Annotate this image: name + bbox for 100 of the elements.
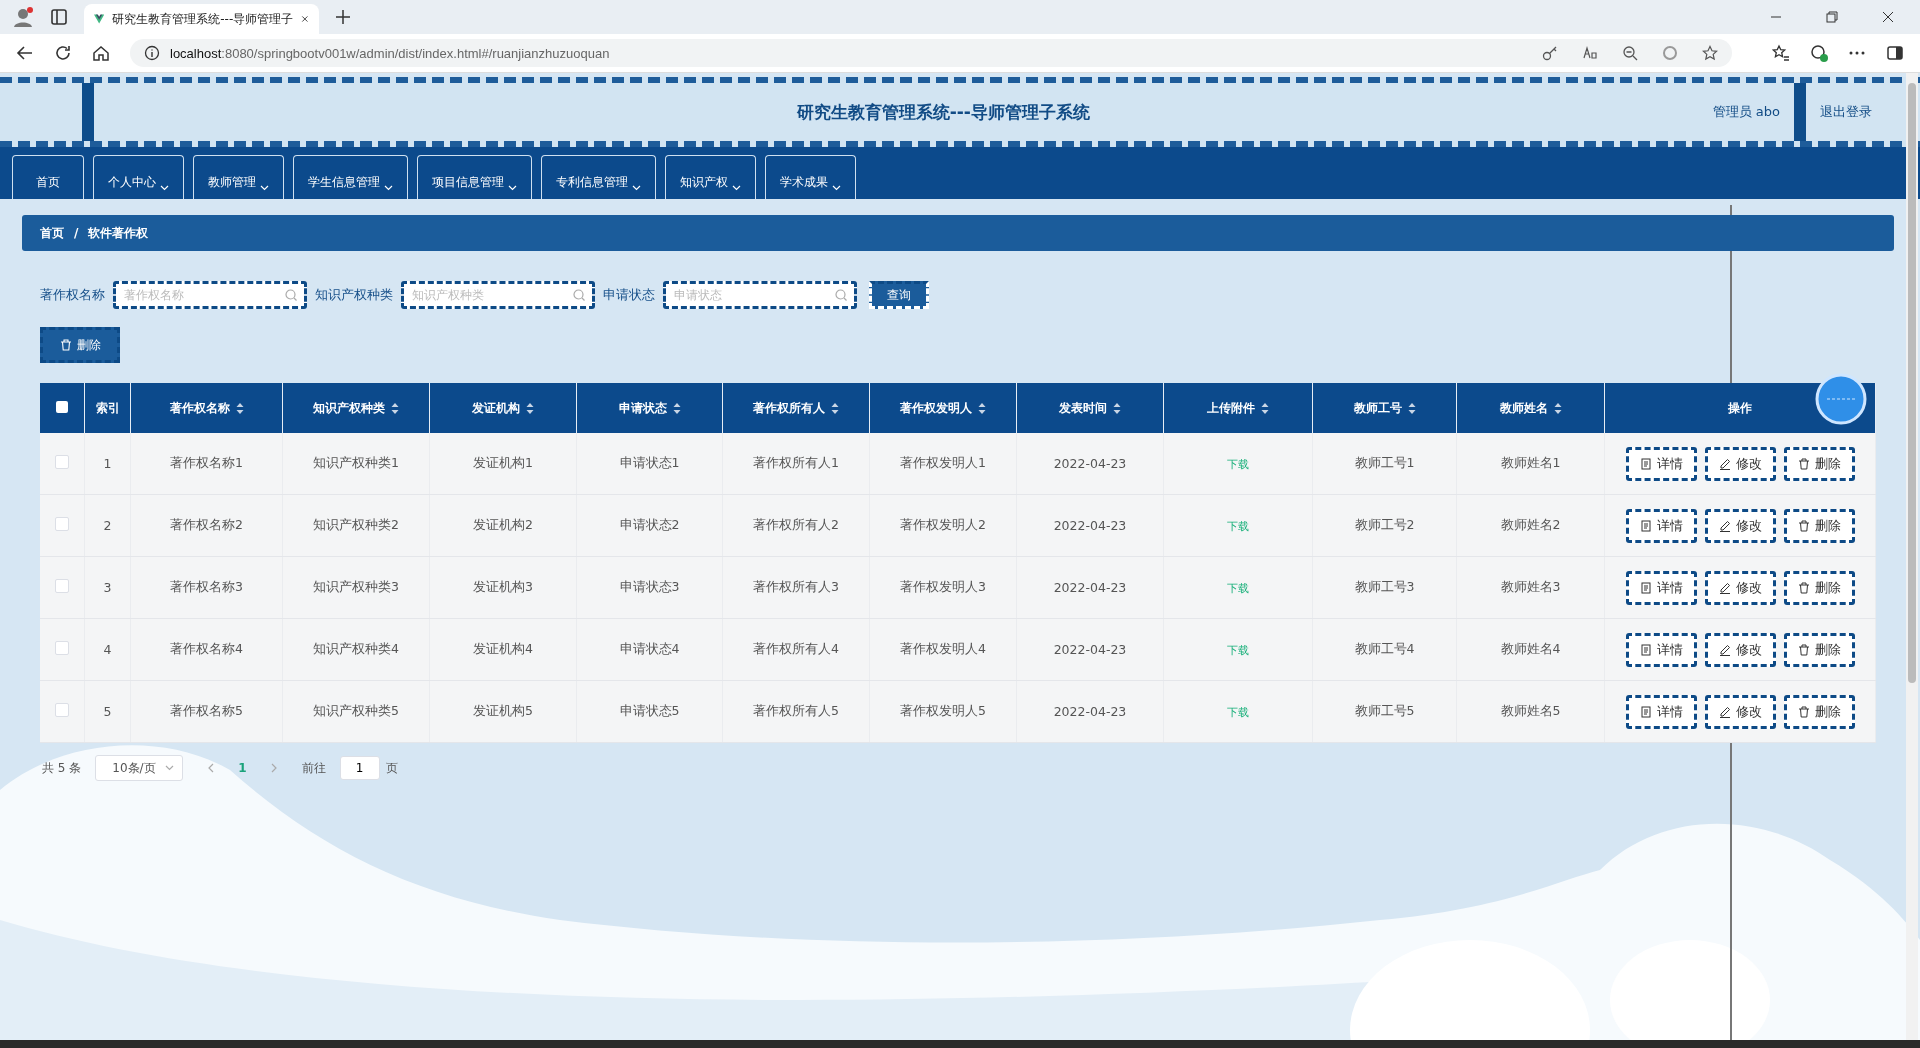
delete-button[interactable]: 删除: [1783, 570, 1855, 605]
zoom-out-icon[interactable]: [1622, 45, 1638, 61]
column-header[interactable]: 发表时间: [1016, 383, 1164, 433]
row-checkbox[interactable]: [55, 455, 69, 469]
details-button[interactable]: 详情: [1625, 508, 1697, 543]
details-button[interactable]: 详情: [1625, 570, 1697, 605]
search-field[interactable]: 知识产权种类: [401, 281, 595, 309]
table-cell: 教师姓名2: [1500, 517, 1561, 532]
address-field[interactable]: localhost:8080/springbootv001w/admin/dist/index.html#/ruanjianzhuzuoquan: [130, 39, 1732, 67]
read-aloud-icon[interactable]: [1582, 45, 1598, 61]
table-cell: 申请状态1: [619, 455, 680, 470]
column-header[interactable]: 知识产权种类: [282, 383, 430, 433]
edit-button[interactable]: 修改: [1704, 632, 1776, 667]
edit-button[interactable]: 修改: [1704, 570, 1776, 605]
chevron-down-icon: [160, 185, 169, 191]
key-icon[interactable]: [1542, 45, 1558, 61]
document-icon: [1639, 705, 1652, 718]
page-unit: 页: [385, 759, 398, 777]
user-name: 管理员 abo: [1712, 103, 1780, 121]
table-cell: 知识产权种类1: [313, 455, 399, 470]
table-cell: 著作权名称1: [170, 455, 243, 470]
column-header[interactable]: 著作权发明人: [869, 383, 1017, 433]
restore-icon[interactable]: [1826, 11, 1838, 23]
table-cell: 1: [103, 456, 112, 471]
details-button[interactable]: 详情: [1625, 694, 1697, 729]
breadcrumb-item[interactable]: 首页: [40, 224, 64, 242]
nav-item[interactable]: 专利信息管理: [541, 155, 656, 199]
sort-icon: [672, 402, 681, 414]
field-label: 申请状态: [603, 286, 655, 304]
column-header[interactable]: 著作权名称: [130, 383, 283, 433]
document-icon: [1639, 457, 1652, 470]
table-cell: 著作权所有人1: [753, 455, 839, 470]
browser-tab[interactable]: 研究生教育管理系统---导师管理子: [84, 4, 319, 34]
search-button[interactable]: 查询: [869, 281, 929, 309]
table-cell: 教师姓名5: [1500, 703, 1561, 718]
nav-item[interactable]: 知识产权: [665, 155, 756, 199]
nav-item[interactable]: 首页: [12, 155, 84, 199]
search-field[interactable]: 著作权名称: [113, 281, 307, 309]
column-header: 索引: [84, 383, 131, 433]
column-header[interactable]: 著作权所有人: [722, 383, 870, 433]
nav-item[interactable]: 项目信息管理: [417, 155, 532, 199]
scrollbar[interactable]: [1906, 73, 1918, 1040]
column-header[interactable]: 上传附件: [1163, 383, 1313, 433]
home-icon[interactable]: [92, 44, 110, 62]
delete-button[interactable]: 删除: [1783, 508, 1855, 543]
pencil-icon: [1718, 705, 1731, 718]
details-button[interactable]: 详情: [1625, 446, 1697, 481]
page-size-select[interactable]: 10条/页: [95, 755, 184, 781]
row-checkbox[interactable]: [55, 703, 69, 717]
edit-button[interactable]: 修改: [1704, 508, 1776, 543]
page-input[interactable]: 1: [339, 756, 380, 780]
close-icon[interactable]: [1882, 11, 1894, 23]
new-tab-icon[interactable]: [335, 9, 351, 25]
url-text: localhost:8080/springbootv001w/admin/dist/index.html#/ruanjianzhuzuoquan: [170, 45, 610, 61]
refresh-icon[interactable]: [54, 44, 72, 62]
nav-item[interactable]: 学术成果: [765, 155, 856, 199]
favorites-icon[interactable]: [1772, 44, 1790, 62]
column-header[interactable]: 教师姓名: [1456, 383, 1605, 433]
delete-button[interactable]: 删除: [1783, 694, 1855, 729]
pencil-icon: [1718, 581, 1731, 594]
goto-label: 前往: [301, 759, 326, 777]
delete-button[interactable]: 删除: [1783, 446, 1855, 481]
details-button[interactable]: 详情: [1625, 632, 1697, 667]
profile-icon[interactable]: [12, 6, 34, 28]
trash-icon: [1797, 705, 1810, 718]
back-icon[interactable]: [16, 44, 34, 62]
trash-icon: [59, 339, 72, 351]
column-header[interactable]: 申请状态: [576, 383, 723, 433]
table-cell: 申请状态3: [619, 579, 680, 594]
close-icon[interactable]: [301, 13, 309, 25]
header-pillar: [1794, 83, 1806, 141]
edit-button[interactable]: 修改: [1704, 694, 1776, 729]
tab-actions-icon[interactable]: [50, 8, 68, 26]
nav-item[interactable]: 个人中心: [93, 155, 184, 199]
nav-item[interactable]: 教师管理: [193, 155, 284, 199]
chevron-down-icon: [165, 765, 175, 771]
star-icon[interactable]: [1702, 45, 1718, 61]
edit-button[interactable]: 修改: [1704, 446, 1776, 481]
chevron-down-icon: [508, 185, 517, 191]
table-cell: 教师工号3: [1354, 579, 1415, 594]
delete-button[interactable]: 删除: [1783, 632, 1855, 667]
table-cell: 著作权名称5: [170, 703, 243, 718]
table-cell: 著作权名称2: [170, 517, 243, 532]
row-checkbox[interactable]: [55, 641, 69, 655]
delete-button[interactable]: 删除: [40, 327, 120, 363]
logout-link[interactable]: 退出登录: [1820, 103, 1872, 121]
row-checkbox[interactable]: [55, 579, 69, 593]
column-header[interactable]: 发证机构: [429, 383, 577, 433]
nav-item[interactable]: 学生信息管理: [293, 155, 408, 199]
column-header[interactable]: 教师工号: [1312, 383, 1457, 433]
table-cell: 知识产权种类3: [313, 579, 399, 594]
search-field[interactable]: 申请状态: [663, 281, 857, 309]
select-all-checkbox[interactable]: [56, 400, 68, 413]
extension-icon[interactable]: [1810, 44, 1828, 62]
chevron-down-icon: [732, 185, 741, 191]
row-checkbox[interactable]: [55, 517, 69, 531]
sidebar-icon[interactable]: [1886, 44, 1904, 62]
table-cell: 5: [103, 704, 112, 719]
chevron-down-icon: [260, 185, 269, 191]
sort-icon: [526, 402, 534, 414]
